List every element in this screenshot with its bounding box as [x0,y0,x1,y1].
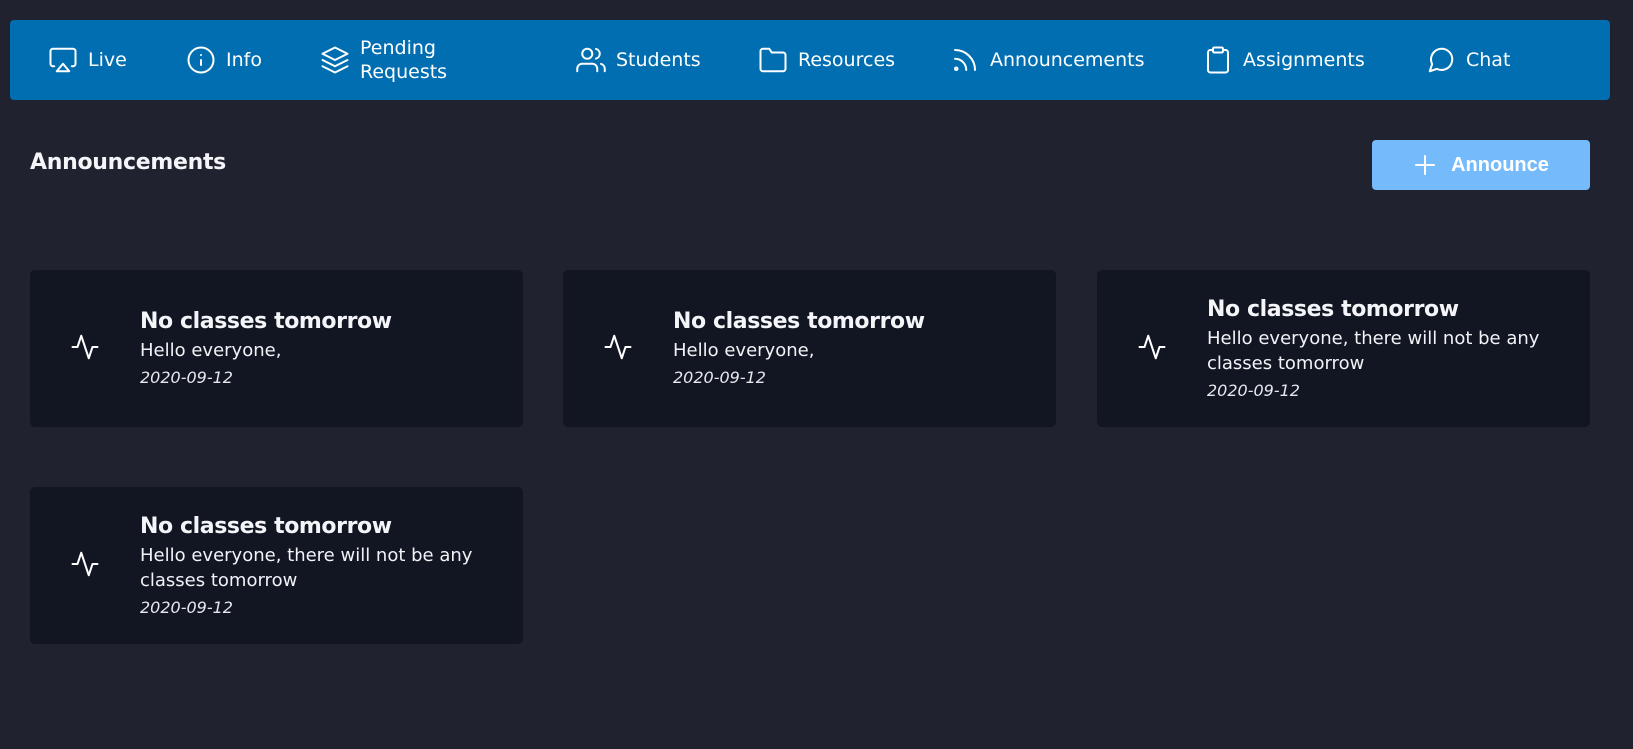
announcement-body: No classes tomorrow Hello everyone, ther… [1207,270,1570,427]
announcement-body: No classes tomorrow Hello everyone, ther… [140,487,503,644]
announcement-text: Hello everyone, [673,340,815,361]
message-circle-icon [1426,45,1456,75]
announcement-text: Hello everyone, [140,340,282,361]
top-navbar: Live Info Pending Requests Students Reso… [10,20,1610,100]
announcement-title: No classes tomorrow [673,309,925,334]
layers-icon [320,45,350,75]
nav-label-assignments: Assignments [1243,49,1365,71]
plus-icon [1413,153,1437,177]
clipboard-icon [1203,45,1233,75]
announcement-card[interactable]: No classes tomorrow Hello everyone, ther… [1097,270,1590,427]
announcement-date: 2020-09-12 [1207,380,1300,400]
nav-label-chat: Chat [1466,49,1511,71]
airplay-icon [48,45,78,75]
announcement-card[interactable]: No classes tomorrow Hello everyone, ther… [30,487,523,644]
folder-icon [758,45,788,75]
nav-item-chat[interactable]: Chat [1426,20,1510,100]
announcement-date: 2020-09-12 [140,368,233,387]
announcement-title: No classes tomorrow [140,309,392,334]
nav-label-announcements: Announcements [990,49,1145,71]
nav-item-announcements[interactable]: Announcements [950,20,1145,100]
announcement-date: 2020-09-12 [140,597,233,617]
nav-item-students[interactable]: Students [576,20,701,100]
nav-label-live: Live [88,49,127,71]
page-title: Announcements [30,150,226,175]
rss-icon [950,45,980,75]
announcement-title: No classes tomorrow [1207,296,1459,322]
activity-icon [71,334,99,360]
activity-icon [71,551,99,577]
nav-item-assignments[interactable]: Assignments [1203,20,1365,100]
announcement-body: No classes tomorrow Hello everyone, 2020… [140,270,503,427]
nav-label-info: Info [226,49,262,71]
nav-item-live[interactable]: Live [48,20,127,100]
activity-icon [1138,334,1166,360]
activity-icon [604,334,632,360]
users-icon [576,45,606,75]
nav-label-students: Students [616,49,701,71]
announcement-card[interactable]: No classes tomorrow Hello everyone, 2020… [563,270,1056,427]
info-icon [186,45,216,75]
nav-label-resources: Resources [798,49,896,71]
announcement-card[interactable]: No classes tomorrow Hello everyone, 2020… [30,270,523,427]
announcement-date: 2020-09-12 [673,368,766,387]
announcement-text: Hello everyone, there will not be any cl… [140,544,473,591]
announcement-title: No classes tomorrow [140,513,392,539]
announce-button[interactable]: Announce [1372,140,1590,190]
announcement-text: Hello everyone, there will not be any cl… [1207,327,1540,374]
nav-item-pending-requests[interactable]: Pending Requests [320,20,460,100]
nav-item-info[interactable]: Info [186,20,262,100]
announce-button-label: Announce [1451,153,1549,176]
announcement-body: No classes tomorrow Hello everyone, 2020… [673,270,1036,427]
nav-label-pending-requests: Pending Requests [360,37,448,83]
nav-item-resources[interactable]: Resources [758,20,895,100]
